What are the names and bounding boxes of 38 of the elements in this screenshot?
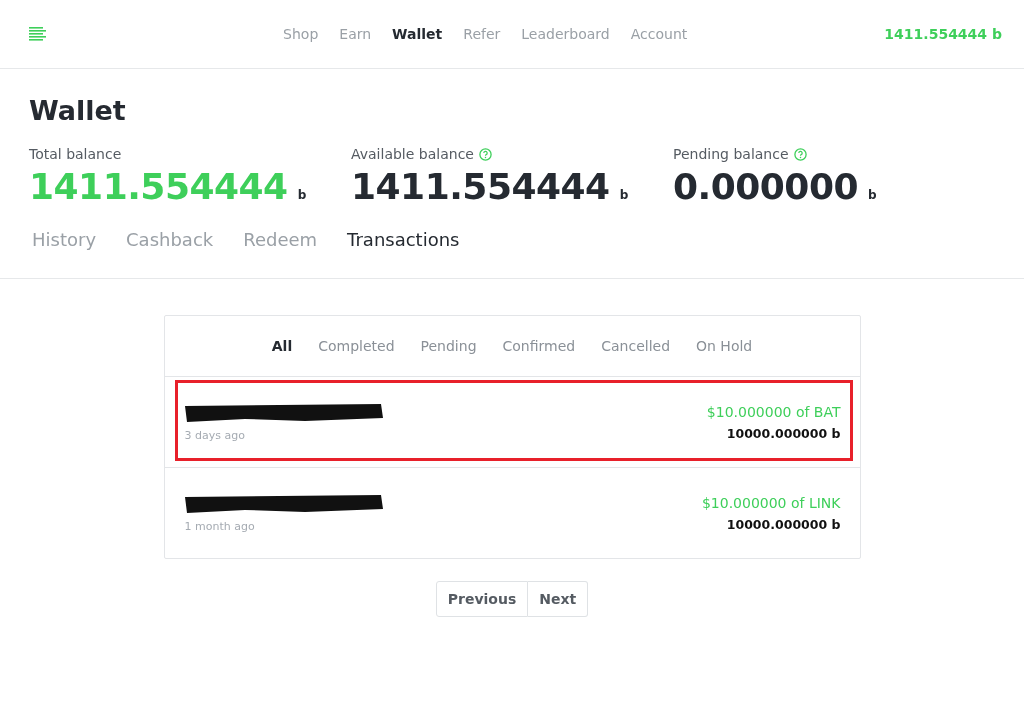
- balance-label: Pending balance: [673, 146, 789, 162]
- help-icon[interactable]: [793, 147, 807, 161]
- filter-tab[interactable]: Completed: [318, 338, 395, 354]
- nav-link[interactable]: Wallet: [392, 26, 443, 42]
- nav-link[interactable]: Account: [630, 26, 688, 42]
- unit-label: b: [868, 188, 877, 202]
- transaction-value: $10.000000 of LINK: [701, 494, 841, 511]
- balance-amount: 1411.554444: [351, 165, 610, 209]
- filter-tab[interactable]: On Hold: [696, 338, 753, 354]
- transaction-value: $10.000000 of BAT: [706, 403, 841, 420]
- balance-amount: 1411.554444 b: [884, 26, 1002, 42]
- transaction-points: 10000.000000 b: [726, 425, 841, 441]
- filter-tab[interactable]: Pending: [420, 338, 477, 354]
- nav-link[interactable]: Earn: [339, 26, 372, 42]
- pagination-button[interactable]: Next: [528, 581, 589, 617]
- balance-amount: 1411.554444: [29, 165, 288, 209]
- nav-link[interactable]: Refer: [463, 26, 501, 42]
- transaction-time: 1 month ago: [184, 519, 256, 533]
- tab[interactable]: Transactions: [347, 229, 460, 250]
- balance-label: Available balance: [351, 146, 474, 162]
- pagination-button[interactable]: Previous: [435, 581, 529, 617]
- nav-link[interactable]: Shop: [283, 26, 319, 42]
- filter-tab[interactable]: Cancelled: [601, 338, 671, 354]
- page-title: Wallet: [29, 95, 127, 127]
- nav-link[interactable]: Leaderboard: [521, 26, 610, 42]
- tab[interactable]: Redeem: [243, 229, 318, 250]
- transaction-time: 3 days ago: [184, 428, 246, 442]
- unit-label: b: [619, 188, 629, 202]
- filter-tab[interactable]: All: [271, 338, 293, 354]
- unit-label: b: [297, 188, 307, 202]
- balance-amount: 0.000000: [673, 165, 859, 209]
- filter-tab[interactable]: Confirmed: [502, 338, 576, 354]
- transaction-points: 10000.000000 b: [726, 516, 841, 532]
- tab[interactable]: Cashback: [126, 229, 214, 250]
- tab[interactable]: History: [32, 229, 97, 250]
- menu-icon[interactable]: [29, 26, 46, 42]
- help-icon[interactable]: [478, 147, 492, 161]
- balance-label: Total balance: [29, 146, 122, 162]
